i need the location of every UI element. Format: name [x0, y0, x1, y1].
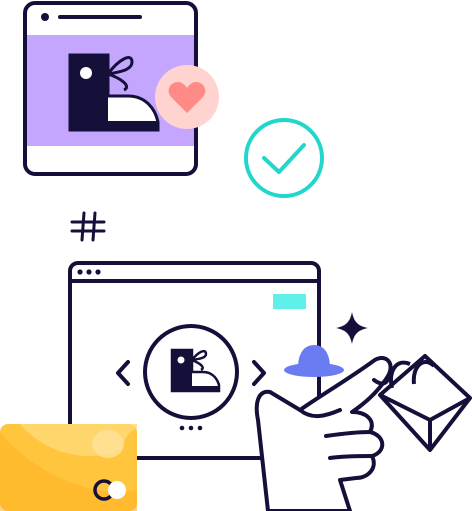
sparkle-icon: [336, 312, 368, 344]
payment-card-icon: [0, 424, 137, 511]
card-dot-icon: [41, 13, 49, 21]
checkmark-badge: [244, 118, 324, 198]
window-dot-icon: [86, 269, 92, 275]
card-chip-fill: [108, 481, 126, 499]
window-dot-icon: [77, 269, 83, 275]
checkmark-icon: [262, 143, 306, 174]
shopping-bag-icon: [378, 354, 472, 452]
shopping-illustration: [0, 1, 472, 511]
hash-icon: [70, 211, 106, 242]
heart-badge: [155, 65, 219, 129]
window-dot-icon: [95, 269, 101, 275]
carousel-dots[interactable]: [179, 425, 203, 431]
cyan-badge: [273, 294, 306, 309]
